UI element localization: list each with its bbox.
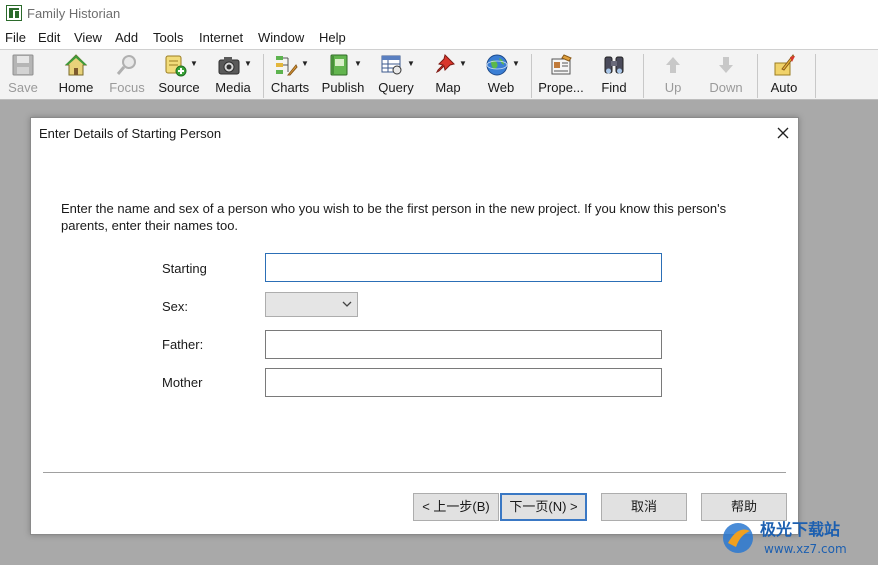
father-input[interactable] [266,331,661,358]
svg-text:极光下载站: 极光下载站 [760,520,840,539]
starting-person-input[interactable] [266,254,661,281]
quill-pen-icon [774,54,795,76]
toolbar-separator [815,54,816,98]
chevron-down-icon [342,301,352,307]
mother-field[interactable] [265,368,662,397]
starting-person-field[interactable] [265,253,662,282]
cancel-button[interactable]: 取消 [601,493,687,521]
mother-label: Mother [162,375,203,390]
app-title: Family Historian [27,6,121,21]
toolbar-separator [263,54,264,98]
save-button[interactable]: Save [2,50,44,100]
source-dropdown-arrow-icon[interactable]: ▼ [190,59,198,68]
focus-label: Focus [109,80,145,95]
charts-button[interactable]: ▼ Charts [267,50,313,100]
charts-dropdown-arrow-icon[interactable]: ▼ [301,59,309,68]
floppy-disk-icon [12,54,34,76]
up-arrow-icon [666,57,680,73]
media-label: Media [215,80,251,95]
home-button[interactable]: Home [54,50,98,100]
starting-label: Starting [162,261,207,276]
menu-internet[interactable]: Internet [199,30,243,45]
properties-card-icon [551,54,572,75]
binoculars-icon [604,56,624,74]
app-title-bar: Family Historian [0,0,878,28]
query-dropdown-arrow-icon[interactable]: ▼ [407,59,415,68]
up-label: Up [664,80,682,95]
up-button[interactable]: Up [650,50,696,100]
globe-icon [486,54,508,76]
dialog-content: Enter the name and sex of a person who y… [31,148,798,534]
web-label: Web [487,80,515,95]
camera-icon [218,57,240,75]
green-book-icon [330,54,348,76]
down-label: Down [709,80,743,95]
red-pushpin-icon [435,54,455,74]
watermark-logo: 极光下载站 www.xz7.com [723,520,847,556]
auto-label: Auto [770,80,798,95]
father-label: Father: [162,337,204,352]
menu-edit[interactable]: Edit [38,30,60,45]
menu-view[interactable]: View [74,30,102,45]
focus-button[interactable]: Focus [106,50,148,100]
menu-help[interactable]: Help [319,30,346,45]
web-dropdown-arrow-icon[interactable]: ▼ [512,59,520,68]
charts-label: Charts [270,80,310,95]
down-arrow-icon [719,57,733,73]
sex-select[interactable] [265,292,358,317]
properties-button[interactable]: Prope... [535,50,587,100]
media-button[interactable]: ▼ Media [210,50,256,100]
menu-bar: File Edit View Add Tools Internet Window… [0,28,878,49]
back-button[interactable]: < 上一步(B) [413,493,499,521]
query-button[interactable]: ▼ Query [374,50,418,100]
map-label: Map [435,80,461,95]
toolbar-separator [757,54,758,98]
find-button[interactable]: Find [593,50,635,100]
tree-chart-icon [276,56,298,76]
dialog-title-bar: Enter Details of Starting Person [31,118,798,148]
down-button[interactable]: Down [703,50,749,100]
scroll-add-icon [165,55,187,77]
main-toolbar: Save Home Focus ▼ Source ▼ Media ▼ Chart… [0,49,878,100]
media-dropdown-arrow-icon[interactable]: ▼ [244,59,252,68]
svg-text:www.xz7.com: www.xz7.com [764,542,847,556]
next-button[interactable]: 下一页(N) > [500,493,587,521]
menu-window[interactable]: Window [258,30,304,45]
dialog-close-button[interactable] [768,118,798,148]
publish-button[interactable]: ▼ Publish [319,50,367,100]
house-icon [64,54,88,76]
publish-label: Publish [321,80,365,95]
starting-person-dialog: Enter Details of Starting Person Enter t… [30,117,799,535]
close-icon [777,127,789,139]
web-button[interactable]: ▼ Web [479,50,523,100]
toolbar-separator [643,54,644,98]
map-dropdown-arrow-icon[interactable]: ▼ [459,59,467,68]
source-label: Source [158,80,200,95]
properties-label: Prope... [538,80,584,95]
source-button[interactable]: ▼ Source [156,50,202,100]
sex-label: Sex: [162,299,189,314]
query-label: Query [378,80,414,95]
menu-file[interactable]: File [5,30,26,45]
dialog-title: Enter Details of Starting Person [39,126,222,141]
auto-button[interactable]: Auto [762,50,806,100]
home-label: Home [58,80,94,95]
publish-dropdown-arrow-icon[interactable]: ▼ [354,59,362,68]
magnifier-icon [116,55,136,75]
watermark: 极光下载站 www.xz7.com [718,515,878,561]
toolbar-separator [531,54,532,98]
intro-text: Enter the name and sex of a person who y… [61,201,727,233]
father-field[interactable] [265,330,662,359]
map-button[interactable]: ▼ Map [426,50,470,100]
menu-add[interactable]: Add [115,30,138,45]
dialog-divider [43,472,786,473]
find-label: Find [601,80,627,95]
family-tree-app-icon [6,5,22,21]
save-label: Save [8,80,38,95]
mother-input[interactable] [266,369,661,396]
table-query-icon [381,55,402,75]
menu-tools[interactable]: Tools [153,30,183,45]
